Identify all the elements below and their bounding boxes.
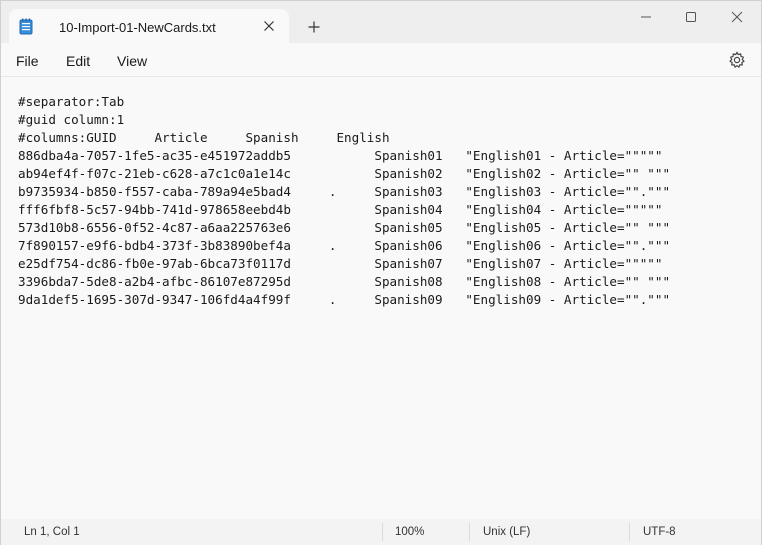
text-line: 886dba4a-7057-1fe5-ac35-e451972addb5 Spa… [18,148,663,163]
menu-edit[interactable]: Edit [66,53,90,69]
gear-icon[interactable] [728,51,746,69]
maximize-icon[interactable] [669,5,713,29]
text-line: 9da1def5-1695-307d-9347-106fd4a4f99f . S… [18,292,671,307]
text-line: 3396bda7-5de8-a2b4-afbc-86107e87295d Spa… [18,274,671,289]
text-editor[interactable]: #separator:Tab #guid column:1 #columns:G… [1,77,761,519]
text-line: b9735934-b850-f557-caba-789a94e5bad4 . S… [18,184,671,199]
tab-document[interactable]: 10-Import-01-NewCards.txt [9,9,289,43]
cursor-position: Ln 1, Col 1 [24,526,80,538]
text-line: e25df754-dc86-fb0e-97ab-6bca73f0117d Spa… [18,256,663,271]
status-divider [469,523,470,541]
text-line: #separator:Tab [18,94,125,109]
tab-title: 10-Import-01-NewCards.txt [59,20,216,35]
encoding: UTF-8 [643,526,676,538]
line-ending: Unix (LF) [483,526,531,538]
text-line: fff6fbf8-5c57-94bb-741d-978658eebd4b Spa… [18,202,663,217]
status-divider [382,523,383,541]
menu-file[interactable]: File [16,53,39,69]
plus-icon[interactable] [304,17,324,37]
text-line: 7f890157-e9f6-bdb4-373f-3b83890bef4a . S… [18,238,671,253]
zoom-level: 100% [395,526,425,538]
text-line: #guid column:1 [18,112,125,127]
status-divider [629,523,630,541]
text-line: 573d10b8-6556-0f52-4c87-a6aa225763e6 Spa… [18,220,671,235]
notepad-icon [19,18,33,35]
close-icon[interactable] [261,18,277,34]
window-close-icon[interactable] [715,5,759,29]
title-bar: 10-Import-01-NewCards.txt [1,1,761,43]
text-line: ab94ef4f-f07c-21eb-c628-a7c1c0a1e14c Spa… [18,166,671,181]
menu-view[interactable]: View [117,53,147,69]
minimize-icon[interactable] [624,5,668,29]
status-bar: Ln 1, Col 1 100% Unix (LF) UTF-8 [1,519,761,545]
text-line: #columns:GUID Article Spanish English [18,130,390,145]
menu-bar: File Edit View [1,43,761,77]
notepad-window: 10-Import-01-NewCards.txt File Edit View… [0,0,762,545]
